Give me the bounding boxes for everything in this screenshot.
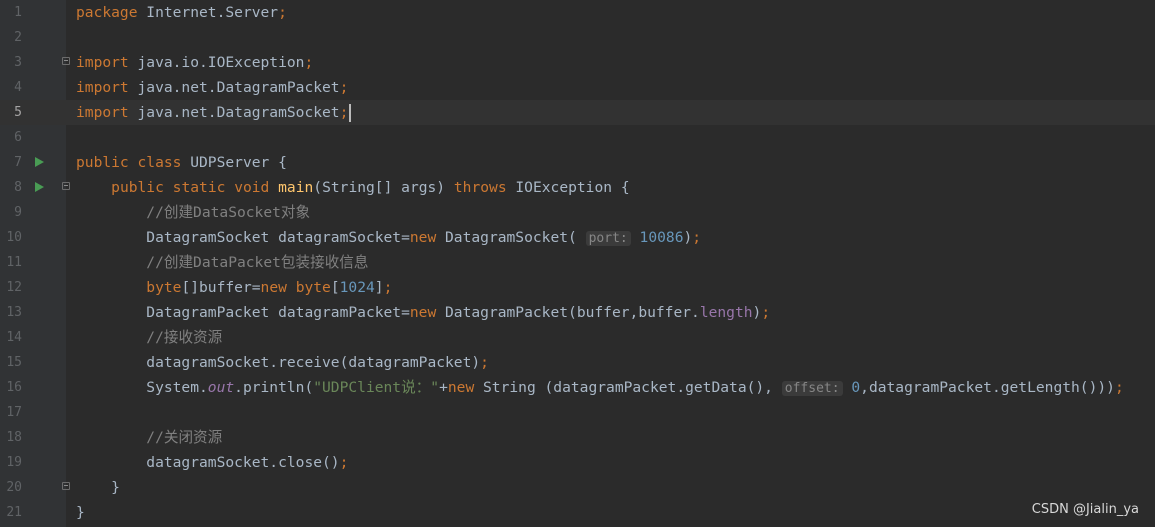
code-line[interactable]: 17	[0, 400, 1155, 425]
code-line[interactable]: 20 }	[0, 475, 1155, 500]
text-caret	[349, 104, 352, 122]
line-number: 9	[14, 205, 22, 220]
line-number: 16	[6, 380, 22, 395]
code-editor[interactable]: 1 package Internet.Server; 2 3 import java.i…	[0, 0, 1155, 527]
line-number: 12	[6, 280, 22, 295]
code-text: import java.io.IOException;	[76, 54, 314, 71]
code-text: }	[76, 479, 120, 496]
code-line[interactable]: 7 public class UDPServer {	[0, 150, 1155, 175]
line-number: 5	[14, 105, 22, 120]
fold-icon[interactable]	[62, 57, 70, 65]
code-line[interactable]: 21}	[0, 500, 1155, 525]
code-line[interactable]: 12 byte[]buffer=new byte[1024];	[0, 275, 1155, 300]
code-line[interactable]: 13 DatagramPacket datagramPacket=new Dat…	[0, 300, 1155, 325]
code-line[interactable]: 5 import java.net.DatagramSocket;	[0, 100, 1155, 125]
code-line[interactable]: 4 import java.net.DatagramPacket;	[0, 75, 1155, 100]
line-number: 18	[6, 430, 22, 445]
code-line[interactable]: 14 //接收资源	[0, 325, 1155, 350]
code-text: datagramSocket.close();	[76, 454, 349, 471]
watermark: CSDN @Jialin_ya	[1031, 502, 1139, 517]
code-line[interactable]: 10 DatagramSocket datagramSocket=new Dat…	[0, 225, 1155, 250]
code-line[interactable]: 16 System.out.println("UDPClient说："+new …	[0, 375, 1155, 400]
code-line[interactable]: 15 datagramSocket.receive(datagramPacket…	[0, 350, 1155, 375]
line-number: 8	[14, 180, 22, 195]
line-number: 11	[6, 255, 22, 270]
code-text: //接收资源	[146, 329, 223, 346]
line-number: 19	[6, 455, 22, 470]
line-number: 17	[6, 405, 22, 420]
code-line[interactable]: 9 //创建DataSocket对象	[0, 200, 1155, 225]
code-text: datagramSocket.receive(datagramPacket);	[76, 354, 489, 371]
code-line[interactable]: 6	[0, 125, 1155, 150]
line-number: 10	[6, 230, 22, 245]
code-text: public class UDPServer {	[76, 154, 287, 171]
line-number: 4	[14, 80, 22, 95]
code-text: DatagramSocket datagramSocket=new Datagr…	[76, 229, 702, 246]
line-number: 7	[14, 155, 22, 170]
line-number: 20	[6, 480, 22, 495]
line-number: 14	[6, 330, 22, 345]
code-text: //关闭资源	[146, 429, 223, 446]
code-text: import java.net.DatagramSocket;	[76, 100, 352, 125]
code-line[interactable]: 1 package Internet.Server;	[0, 0, 1155, 25]
line-number: 15	[6, 355, 22, 370]
line-number: 3	[14, 55, 22, 70]
line-number: 2	[14, 30, 22, 45]
code-line[interactable]: 2	[0, 25, 1155, 50]
code-text: package Internet.Server;	[76, 4, 287, 21]
run-icon[interactable]	[35, 182, 44, 192]
line-number: 21	[6, 505, 22, 520]
line-number: 13	[6, 305, 22, 320]
run-icon[interactable]	[35, 157, 44, 167]
code-text: DatagramPacket datagramPacket=new Datagr…	[76, 304, 771, 321]
line-number: 6	[14, 130, 22, 145]
code-text: byte[]buffer=new byte[1024];	[146, 279, 393, 296]
code-line[interactable]: 19 datagramSocket.close();	[0, 450, 1155, 475]
code-line[interactable]: 11 //创建DataPacket包装接收信息	[0, 250, 1155, 275]
code-text: System.out.println("UDPClient说："+new Str…	[76, 379, 1124, 396]
code-line[interactable]: 3 import java.io.IOException;	[0, 50, 1155, 75]
fold-icon[interactable]	[62, 182, 70, 190]
fold-icon[interactable]	[62, 482, 70, 490]
line-number: 1	[14, 5, 22, 20]
code-line[interactable]: 8 public static void main(String[] args)…	[0, 175, 1155, 200]
code-text: public static void main(String[] args) t…	[111, 179, 630, 196]
code-text: //创建DataSocket对象	[146, 204, 311, 221]
code-text: }	[76, 504, 85, 521]
code-line[interactable]: 18 //关闭资源	[0, 425, 1155, 450]
code-text: //创建DataPacket包装接收信息	[146, 254, 369, 271]
code-text: import java.net.DatagramPacket;	[76, 79, 349, 96]
